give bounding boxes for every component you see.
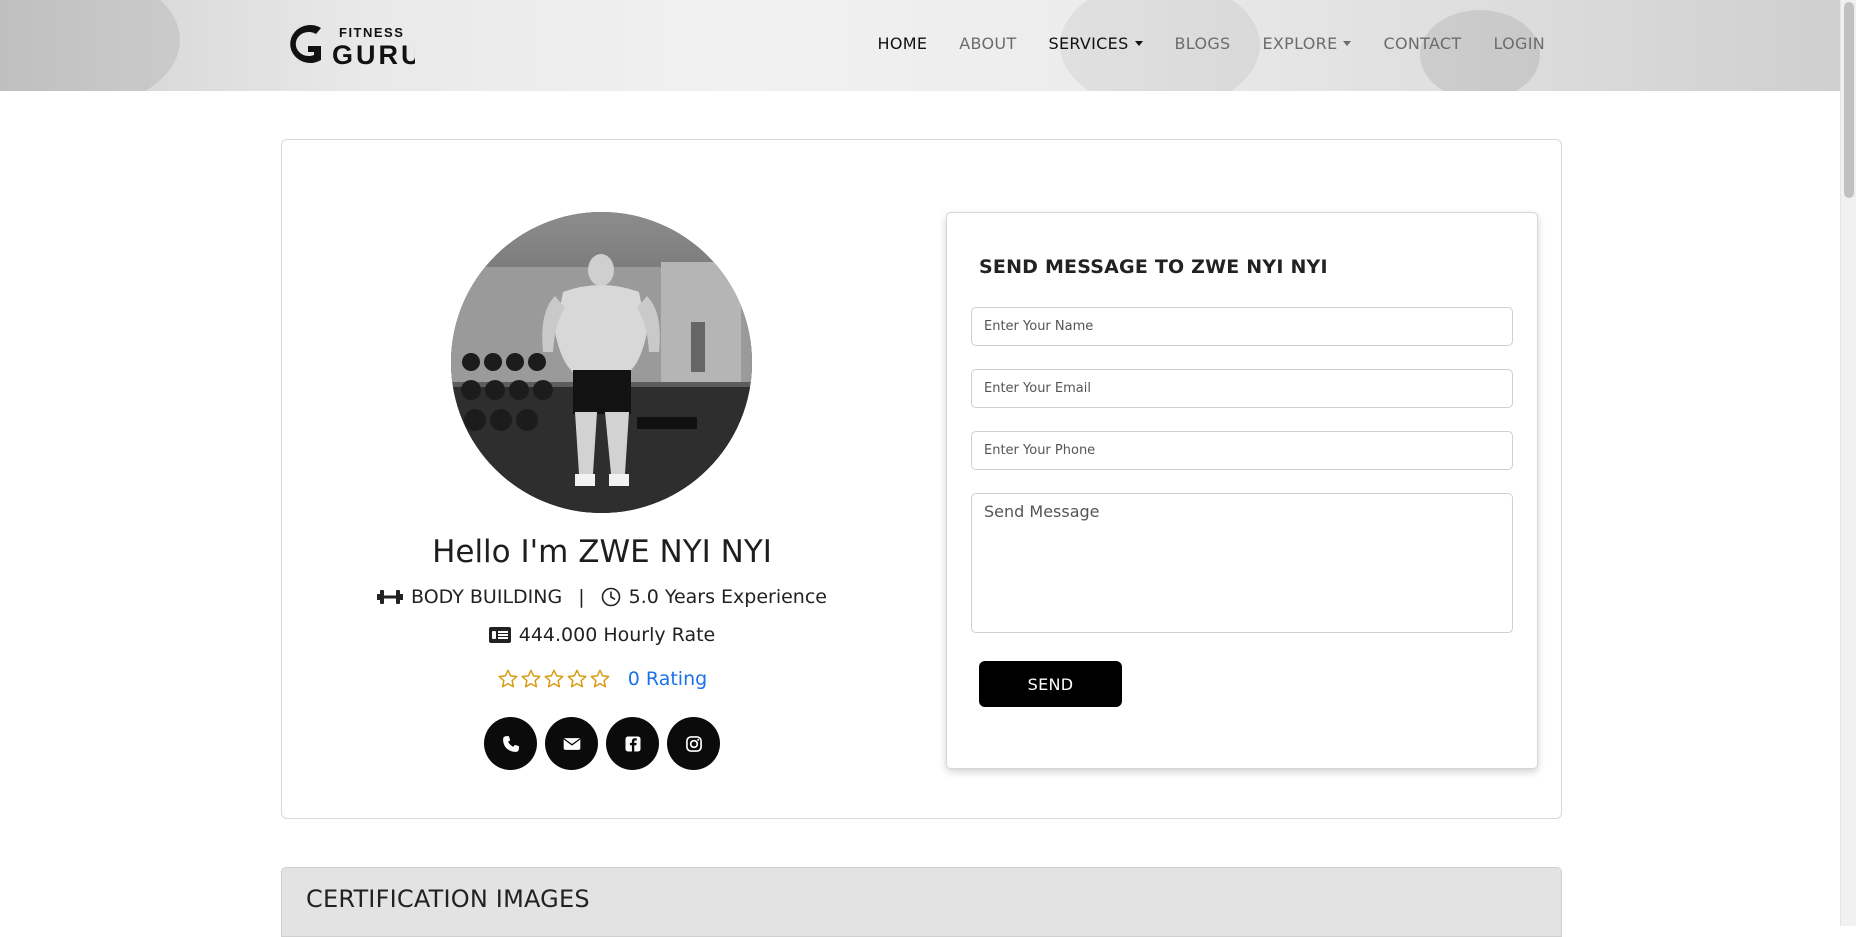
trainer-greeting: Hello I'm ZWE NYI NYI — [432, 534, 772, 570]
star-outline-icon[interactable] — [566, 668, 588, 690]
facebook-icon — [625, 736, 640, 751]
main-nav: HOME ABOUT SERVICES BLOGS EXPLORE CONTAC… — [846, 34, 1545, 53]
trainer-photo — [451, 212, 752, 513]
nav-services-label: SERVICES — [1048, 34, 1129, 53]
star-outline-icon[interactable] — [543, 668, 565, 690]
facebook-button[interactable] — [606, 717, 659, 770]
phone-field[interactable] — [971, 431, 1513, 470]
nav-explore[interactable]: EXPLORE — [1263, 34, 1352, 53]
page-scrollbar[interactable] — [1840, 0, 1856, 926]
trainer-hourly-rate: 444.000 Hourly Rate — [518, 624, 716, 646]
instagram-button[interactable] — [667, 717, 720, 770]
certification-section-header: CERTIFICATION IMAGES — [281, 867, 1562, 937]
contact-form-title: SEND MESSAGE TO ZWE NYI NYI — [979, 256, 1328, 278]
nav-explore-label: EXPLORE — [1262, 34, 1338, 53]
nav-home[interactable]: HOME — [878, 34, 928, 53]
meta-separator: | — [578, 586, 585, 608]
header-background-shape — [0, 0, 180, 91]
logo-main-text: GURU — [332, 40, 415, 66]
nav-home-label: HOME — [877, 34, 928, 53]
nav-about-label: ABOUT — [959, 34, 1017, 53]
instagram-icon — [685, 735, 702, 752]
site-header: FITNESS GURU HOME ABOUT SERVICES BLOGS E… — [0, 0, 1840, 91]
clock-icon — [601, 587, 620, 607]
dumbbell-icon — [377, 590, 403, 604]
phone-icon — [502, 735, 519, 752]
contact-form-card: SEND MESSAGE TO ZWE NYI NYI SEND — [946, 212, 1538, 769]
logo-small-text: FITNESS — [339, 25, 404, 40]
nav-blogs[interactable]: BLOGS — [1175, 34, 1231, 53]
rating-count-link[interactable]: 0 Rating — [628, 668, 707, 690]
trainer-experience: 5.0 Years Experience — [628, 586, 827, 608]
trainer-meta-row: BODY BUILDING | 5.0 Years Experience — [282, 586, 922, 608]
nav-about[interactable]: ABOUT — [959, 34, 1016, 53]
site-logo[interactable]: FITNESS GURU — [281, 22, 415, 66]
message-field[interactable] — [971, 493, 1513, 633]
phone-button[interactable] — [484, 717, 537, 770]
email-field[interactable] — [971, 369, 1513, 408]
trainer-specialty: BODY BUILDING — [411, 586, 563, 608]
name-field[interactable] — [971, 307, 1513, 346]
scrollbar-thumb[interactable] — [1844, 2, 1854, 198]
nav-login[interactable]: LOGIN — [1493, 34, 1545, 53]
nav-login-label: LOGIN — [1493, 34, 1545, 53]
trainer-avatar — [451, 212, 752, 513]
star-outline-icon[interactable] — [520, 668, 542, 690]
trainer-profile-card: Hello I'm ZWE NYI NYI BODY BUILDING | 5.… — [281, 139, 1562, 819]
star-outline-icon[interactable] — [497, 668, 519, 690]
send-button[interactable]: SEND — [979, 661, 1122, 707]
social-links — [282, 717, 922, 770]
chevron-down-icon — [1343, 41, 1352, 46]
envelope-icon — [563, 737, 580, 750]
certification-title: CERTIFICATION IMAGES — [306, 885, 590, 913]
money-icon — [488, 627, 511, 643]
nav-contact-label: CONTACT — [1383, 34, 1462, 53]
email-button[interactable] — [545, 717, 598, 770]
nav-contact[interactable]: CONTACT — [1383, 34, 1461, 53]
star-outline-icon[interactable] — [589, 668, 611, 690]
chevron-down-icon — [1134, 41, 1143, 46]
trainer-rating: 0 Rating — [282, 668, 922, 690]
trainer-rate-row: 444.000 Hourly Rate — [282, 624, 922, 646]
nav-services[interactable]: SERVICES — [1049, 34, 1143, 53]
nav-blogs-label: BLOGS — [1174, 34, 1231, 53]
